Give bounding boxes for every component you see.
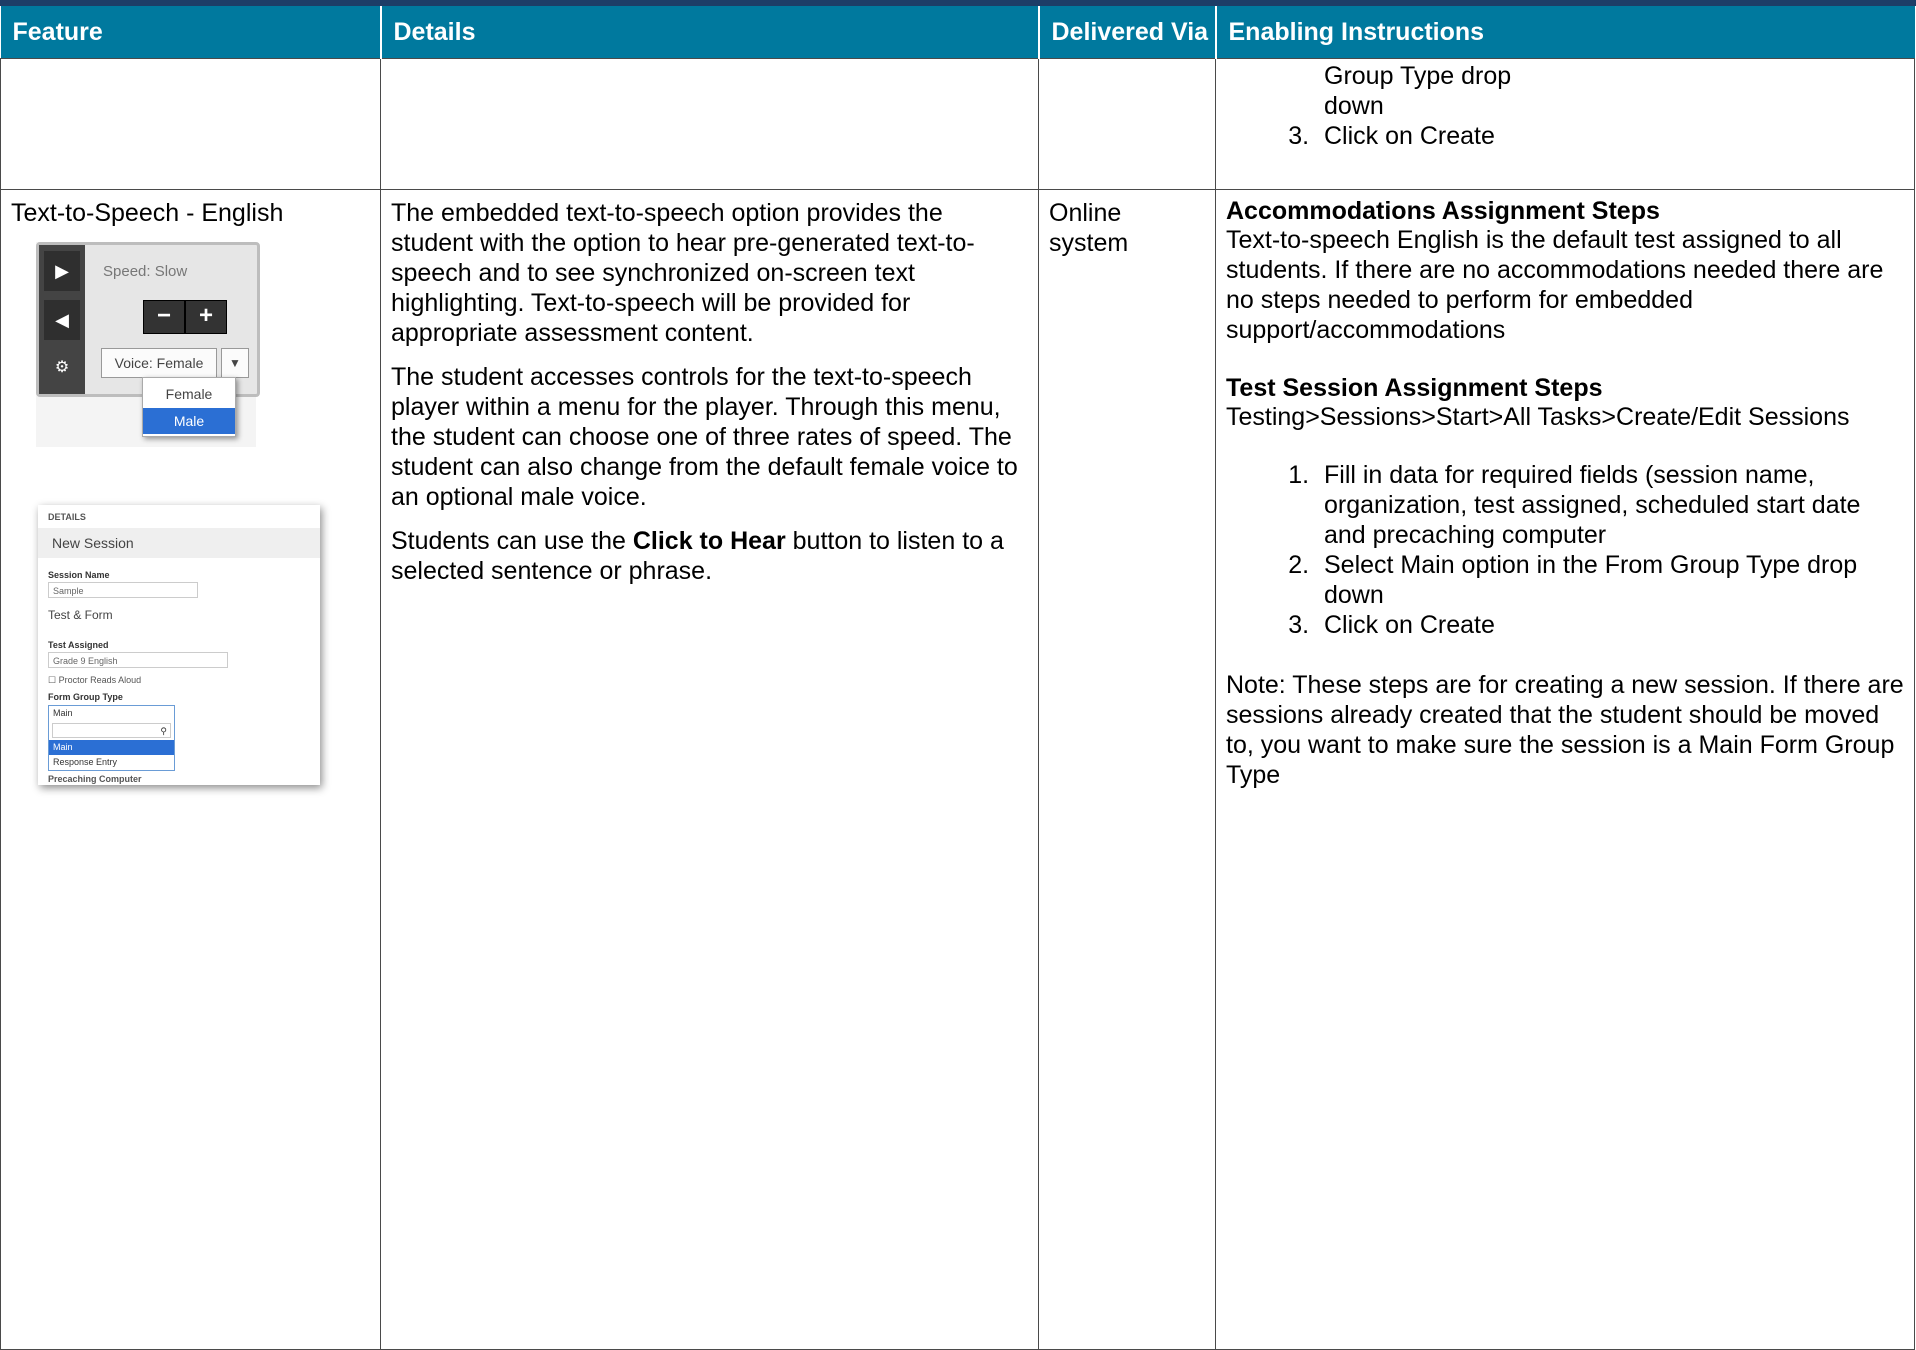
voice-select: Voice: Female <box>101 348 217 378</box>
list-item: Fill in data for required fields (sessio… <box>1316 460 1904 550</box>
test-form-heading: Test & Form <box>48 608 113 622</box>
gear-icon: ⚙ <box>44 348 80 388</box>
dropdown-option: Response Entry <box>53 757 118 767</box>
form-group-dropdown: Main ⚲ Main Response Entry <box>48 705 175 771</box>
step-text: down <box>1324 92 1384 120</box>
header-row: Feature Details Delivered Via Enabling I… <box>0 6 1915 59</box>
features-table: Feature Details Delivered Via Enabling I… <box>0 6 1915 1350</box>
steps-list: Fill in data for required fields (sessio… <box>1226 460 1904 640</box>
tts-side-bar: ▶ ◀ ⚙ <box>39 245 85 394</box>
step-text: Group Type drop <box>1324 62 1512 90</box>
click-to-hear-text: Click to Hear <box>632 527 786 555</box>
form-group-label: Form Group Type <box>48 692 123 702</box>
tts-player-image: ▶ ◀ ⚙ Speed: Slow − + Voice: Female ▼ Fe… <box>36 242 260 447</box>
details-paragraph: The embedded text-to-speech option provi… <box>391 199 975 347</box>
step-continuation: Group Type drop down <box>1226 61 1904 121</box>
test-assigned-label: Test Assigned <box>48 640 109 650</box>
session-name-field: Sample <box>48 582 198 598</box>
header-feature: Feature <box>0 6 382 59</box>
list-item: Select Main option in the From Group Typ… <box>1316 550 1904 610</box>
form-details-label: DETAILS <box>48 512 86 522</box>
table-row: Text-to-Speech - English ▶ ◀ ⚙ Speed: Sl… <box>0 189 1915 1350</box>
form-new-session: New Session <box>38 528 320 558</box>
proctor-checkbox: ☐ Proctor Reads Aloud <box>48 675 142 685</box>
voice-menu: Female Male <box>142 377 236 437</box>
note-text: Note: These steps are for creating a new… <box>1226 671 1904 789</box>
feature-name: Text-to-Speech - English <box>11 199 284 227</box>
cell-delivered-empty <box>1038 58 1216 190</box>
caret-down-icon: ▼ <box>221 348 249 378</box>
session-heading: Test Session Assignment Steps <box>1226 374 1603 402</box>
proctor-label: Proctor Reads Aloud <box>58 675 142 685</box>
session-path: Testing>Sessions>Start>All Tasks>Create/… <box>1226 403 1850 431</box>
list-item: Click on Create <box>1316 610 1904 640</box>
plus-button: + <box>185 300 227 334</box>
search-icon: ⚲ <box>52 723 171 738</box>
cell-details: The embedded text-to-speech option provi… <box>380 189 1039 1350</box>
megaphone-icon: ◀ <box>44 300 80 340</box>
precaching-label: Precaching Computer <box>48 774 142 784</box>
accommodations-text: Text-to-speech English is the default te… <box>1226 226 1884 344</box>
list-item: Click on Create <box>1316 121 1904 151</box>
voice-option-female: Female <box>165 386 213 402</box>
test-assigned-field: Grade 9 English <box>48 652 228 668</box>
play-icon: ▶ <box>44 251 80 291</box>
delivered-via-value: Online system <box>1049 199 1129 257</box>
dropdown-value: Main <box>53 708 73 718</box>
header-delivered-via: Delivered Via <box>1038 6 1217 59</box>
session-name-label: Session Name <box>48 570 110 580</box>
accommodations-heading: Accommodations Assignment Steps <box>1226 197 1660 225</box>
steps-list: Click on Create <box>1226 121 1904 151</box>
cell-details-empty <box>380 58 1039 190</box>
header-details: Details <box>380 6 1040 59</box>
details-paragraph: Students can use the Click to Hear butto… <box>391 526 1028 586</box>
header-enabling-instructions: Enabling Instructions <box>1215 6 1915 59</box>
minus-button: − <box>143 300 185 334</box>
cell-feature: Text-to-Speech - English ▶ ◀ ⚙ Speed: Sl… <box>0 189 381 1350</box>
new-session-form-image: DETAILS New Session Session Name Sample … <box>38 505 320 785</box>
voice-option-male: Male <box>143 408 235 434</box>
table-row: Group Type drop down Click on Create <box>0 58 1915 190</box>
cell-delivered-via: Online system <box>1038 189 1216 1350</box>
details-paragraph: The student accesses controls for the te… <box>391 363 1018 511</box>
dropdown-option: Main <box>49 740 174 755</box>
cell-instructions-continued: Group Type drop down Click on Create <box>1215 58 1915 190</box>
cell-feature-empty <box>0 58 381 190</box>
text: Students can use the <box>391 527 633 555</box>
tts-panel: ▶ ◀ ⚙ Speed: Slow − + Voice: Female ▼ <box>36 242 260 397</box>
speed-label: Speed: Slow <box>103 263 188 280</box>
cell-instructions: Accommodations Assignment Steps Text-to-… <box>1215 189 1915 1350</box>
